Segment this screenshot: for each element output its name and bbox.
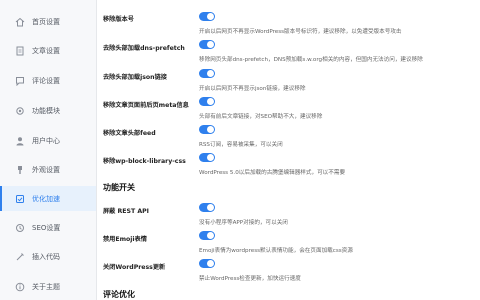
setting-description: 开启以后网页不再显示json链接，建议移除 [199,86,306,92]
sidebar-item-modules[interactable]: 功能模块 [0,98,96,123]
speed-icon [15,194,25,204]
toggle-switch[interactable] [199,153,215,162]
toggle-switch[interactable] [199,125,215,134]
setting-title: 移除文章头部feed [103,130,156,137]
setting-title: 去除头部加载json链接 [103,74,167,81]
toggle-switch[interactable] [199,231,215,240]
sidebar-item-label: 首页设置 [32,17,60,26]
document-icon [15,46,25,56]
setting-title: 移除文章页面前后页meta信息 [103,102,189,109]
setting-description: Emoji表情为wordpress默认表情功能，会在页面加载css资源 [199,248,353,254]
sidebar-item-label: SEO设置 [32,223,61,232]
sidebar-item-label: 文章设置 [32,46,60,55]
toggle-switch[interactable] [199,203,215,212]
toggle-switch[interactable] [199,259,215,268]
sidebar-item-home[interactable]: 首页设置 [0,9,96,34]
home-icon [15,17,25,27]
sidebar-item-label: 评论设置 [32,76,60,85]
toggle-switch[interactable] [199,12,215,21]
sidebar-nav: 首页设置 文章设置 评论设置 功能模块 用户中心 外观设置 优化加速 SEO设置… [0,0,97,300]
seo-icon [15,223,25,233]
sidebar-item-seo[interactable]: SEO设置 [0,215,96,240]
brush-icon [15,165,25,175]
code-icon [15,252,25,262]
sidebar-item-label: 优化加速 [32,194,60,203]
sidebar-item-appearance[interactable]: 外观设置 [0,157,96,182]
settings-panel: 移除版本号 开启以后网页不再显示WordPress版本号标识符，建议移除，以免遭… [97,0,480,300]
info-icon [15,282,25,292]
comment-icon [15,76,25,86]
setting-description: 没有小程序等APP对接的，可以关闭 [199,220,288,226]
setting-description: 头部有前后文章链接，对SEO帮助不大，建议移除 [199,114,323,120]
section-title-comments: 评论优化 [103,290,135,299]
sidebar-item-label: 功能模块 [32,106,60,115]
sidebar-item-label: 外观设置 [32,165,60,174]
sidebar-item-label: 用户中心 [32,136,60,145]
toggle-switch[interactable] [199,40,215,49]
sidebar-item-label: 插入代码 [32,252,60,261]
setting-title: 关闭WordPress更新 [103,264,166,271]
setting-title: 屏蔽 REST API [103,208,149,215]
toggle-switch[interactable] [199,69,215,78]
setting-description: 开启以后网页不再显示WordPress版本号标识符，建议移除，以免遭受版本号攻击 [199,29,402,35]
setting-description: 禁止WordPress检查更新，加快运行速度 [199,276,301,282]
sidebar-item-user-center[interactable]: 用户中心 [0,128,96,153]
setting-title: 禁用Emoji表情 [103,236,147,243]
setting-description: RSS订阅，容易被采集，可以关闭 [199,142,283,148]
toggle-switch[interactable] [199,97,215,106]
setting-title: 移除wp-block-library-css [103,158,186,165]
sidebar-item-article[interactable]: 文章设置 [0,38,96,63]
user-icon [15,136,25,146]
setting-title: 移除版本号 [103,16,134,23]
sidebar-item-about[interactable]: 关于主题 [0,274,96,299]
sidebar-item-insert-code[interactable]: 插入代码 [0,244,96,269]
gear-icon [15,106,25,116]
setting-description: 移除网页头部dns-prefetch，DNS预加载s.w.org相关的内容，但国… [199,57,423,63]
sidebar-item-optimization[interactable]: 优化加速 [0,186,96,211]
sidebar-item-label: 关于主题 [32,282,60,291]
setting-description: WordPress 5.0以后加载的古腾堡编辑器样式，可以不需要 [199,170,346,176]
section-title-features: 功能开关 [103,183,135,192]
sidebar-item-comment[interactable]: 评论设置 [0,68,96,93]
setting-title: 去除头部加载dns-prefetch [103,45,185,52]
panel-top-edge [97,0,480,3]
